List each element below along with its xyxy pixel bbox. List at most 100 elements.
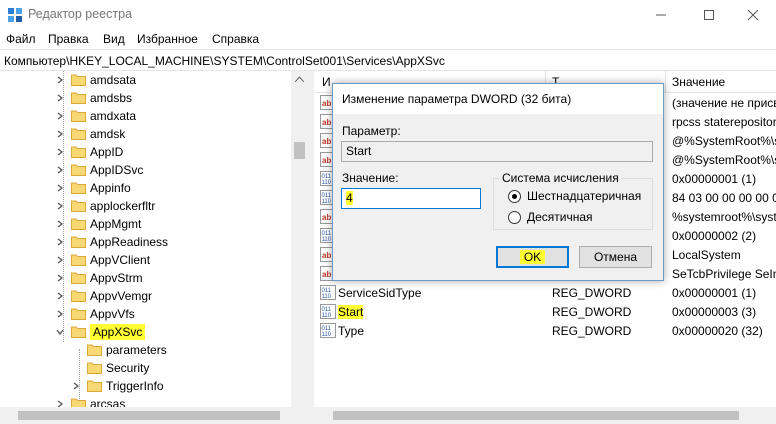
- chevron-right-icon[interactable]: [56, 202, 64, 210]
- menu-edit[interactable]: Правка: [48, 32, 89, 46]
- svg-text:ab: ab: [322, 270, 331, 279]
- dec-radio-label[interactable]: Десятичная: [527, 210, 593, 224]
- address-bar[interactable]: Компьютер\HKEY_LOCAL_MACHINE\SYSTEM\Cont…: [0, 49, 776, 71]
- tree-item[interactable]: arcsas: [0, 395, 291, 407]
- chevron-down-icon[interactable]: [56, 328, 64, 336]
- menu-help[interactable]: Справка: [212, 32, 259, 46]
- folder-icon: [71, 110, 86, 122]
- maximize-button[interactable]: [686, 0, 732, 30]
- tree-item[interactable]: Security: [0, 359, 291, 377]
- menu-file[interactable]: Файл: [6, 32, 36, 46]
- close-button[interactable]: [730, 0, 776, 30]
- minimize-button[interactable]: [638, 0, 684, 30]
- tree-item[interactable]: AppIDSvc: [0, 161, 291, 179]
- folder-icon: [87, 362, 102, 374]
- folder-icon: [71, 308, 86, 320]
- cell-value: SeTcbPrivilege SeIncreaseQuotaPrivilege: [672, 267, 776, 281]
- table-row[interactable]: 011 110 ServiceSidType REG_DWORD 0x00000001 …: [314, 283, 776, 302]
- tree-item-label: AppVClient: [90, 253, 151, 267]
- menu-favorites[interactable]: Избранное: [137, 32, 198, 46]
- chevron-right-icon[interactable]: [56, 310, 64, 318]
- tree-item-label: AppID: [90, 145, 124, 159]
- svg-text:ab: ab: [322, 137, 331, 146]
- tree-item[interactable]: AppXSvc: [0, 323, 291, 341]
- scroll-thumb[interactable]: [294, 142, 305, 159]
- menu-view[interactable]: Вид: [103, 32, 125, 46]
- tree-item-label: Appinfo: [90, 181, 131, 195]
- tree-item[interactable]: AppReadiness: [0, 233, 291, 251]
- dialog-title: Изменение параметра DWORD (32 бита): [342, 92, 572, 106]
- base-groupbox: Система исчисления Шестнадцатеричная Дес…: [493, 171, 653, 230]
- chevron-right-icon[interactable]: [56, 166, 64, 174]
- cell-value: 84 03 00 00 00 00 00 00: [672, 191, 776, 205]
- chevron-right-icon[interactable]: [56, 112, 64, 120]
- chevron-right-icon[interactable]: [56, 94, 64, 102]
- tree-item-label: AppvVemgr: [90, 289, 153, 303]
- cell-value: 0x00000001 (1): [672, 286, 757, 300]
- tree-item[interactable]: AppMgmt: [0, 215, 291, 233]
- column-value-header[interactable]: Значение: [672, 75, 725, 89]
- cell-value: @%SystemRoot%\system32\appxdeploymentser…: [672, 134, 776, 148]
- cell-value: 0x00000020 (32): [672, 324, 763, 338]
- chevron-right-icon[interactable]: [56, 130, 64, 138]
- ok-button[interactable]: OK: [496, 246, 569, 268]
- folder-icon: [71, 290, 86, 302]
- param-label: Параметр:: [342, 124, 401, 138]
- tree-item-label: amdsbs: [90, 91, 133, 105]
- tree-item[interactable]: amdxata: [0, 107, 291, 125]
- tree-item[interactable]: parameters: [0, 341, 291, 359]
- chevron-right-icon[interactable]: [56, 220, 64, 228]
- tree-item[interactable]: TriggerInfo: [0, 377, 291, 395]
- svg-text:ab: ab: [322, 251, 331, 260]
- tree-item[interactable]: amdsbs: [0, 89, 291, 107]
- chevron-right-icon[interactable]: [72, 382, 80, 390]
- tree-item-label: AppIDSvc: [90, 163, 144, 177]
- chevron-right-icon[interactable]: [56, 76, 64, 84]
- tree-item-label: parameters: [106, 343, 167, 357]
- tree-item[interactable]: AppvVemgr: [0, 287, 291, 305]
- scroll-up-icon[interactable]: [295, 76, 304, 82]
- horizontal-scrollbar[interactable]: [0, 407, 776, 424]
- chevron-right-icon[interactable]: [56, 184, 64, 192]
- chevron-right-icon[interactable]: [56, 256, 64, 264]
- cell-value: %systemroot%\system32\svchost.exe: [672, 210, 776, 224]
- column-name-header[interactable]: И: [322, 75, 331, 89]
- tree-item[interactable]: AppID: [0, 143, 291, 161]
- tree-item[interactable]: Appinfo: [0, 179, 291, 197]
- cancel-button[interactable]: Отмена: [579, 246, 652, 268]
- menu-bar: Файл Правка Вид Избранное Справка: [0, 30, 776, 49]
- chevron-right-icon[interactable]: [56, 274, 64, 282]
- cell-value: 0x00000001 (1): [672, 172, 757, 186]
- cell-value: LocalSystem: [672, 248, 741, 262]
- tree-item[interactable]: AppvStrm: [0, 269, 291, 287]
- svg-text:ab: ab: [322, 156, 331, 165]
- tree-item[interactable]: amdsk: [0, 125, 291, 143]
- tree-item[interactable]: applockerfltr: [0, 197, 291, 215]
- folder-icon: [87, 344, 102, 356]
- table-row[interactable]: 011 110 Type REG_DWORD 0x00000020 (32): [314, 321, 776, 340]
- list-scroll-thumb[interactable]: [333, 411, 739, 420]
- folder-icon: [71, 74, 86, 86]
- tree-vertical-scrollbar[interactable]: [291, 71, 308, 407]
- chevron-right-icon[interactable]: [56, 400, 64, 407]
- svg-text:110: 110: [322, 199, 332, 205]
- tree-item[interactable]: amdsata: [0, 71, 291, 89]
- dec-radio[interactable]: [508, 211, 521, 224]
- value-input[interactable]: 4: [341, 188, 481, 209]
- table-row[interactable]: 011 110 Start REG_DWORD 0x00000003 (3): [314, 302, 776, 321]
- column-separator[interactable]: [665, 71, 666, 93]
- tree-scroll-thumb[interactable]: [18, 411, 280, 420]
- tree-item[interactable]: AppvVfs: [0, 305, 291, 323]
- hex-radio-label[interactable]: Шестнадцатеричная: [527, 189, 641, 203]
- tree-item[interactable]: AppVClient: [0, 251, 291, 269]
- cell-type: REG_DWORD: [552, 324, 632, 338]
- tree-item-label: applockerfltr: [90, 199, 156, 213]
- cell-name: Type: [338, 324, 365, 338]
- chevron-right-icon[interactable]: [56, 148, 64, 156]
- svg-text:ab: ab: [322, 118, 331, 127]
- chevron-right-icon[interactable]: [56, 238, 64, 246]
- cell-value: rpcss staterepository: [672, 115, 776, 129]
- hex-radio[interactable]: [508, 190, 521, 203]
- chevron-right-icon[interactable]: [56, 292, 64, 300]
- tree-item-label: AppvVfs: [90, 307, 135, 321]
